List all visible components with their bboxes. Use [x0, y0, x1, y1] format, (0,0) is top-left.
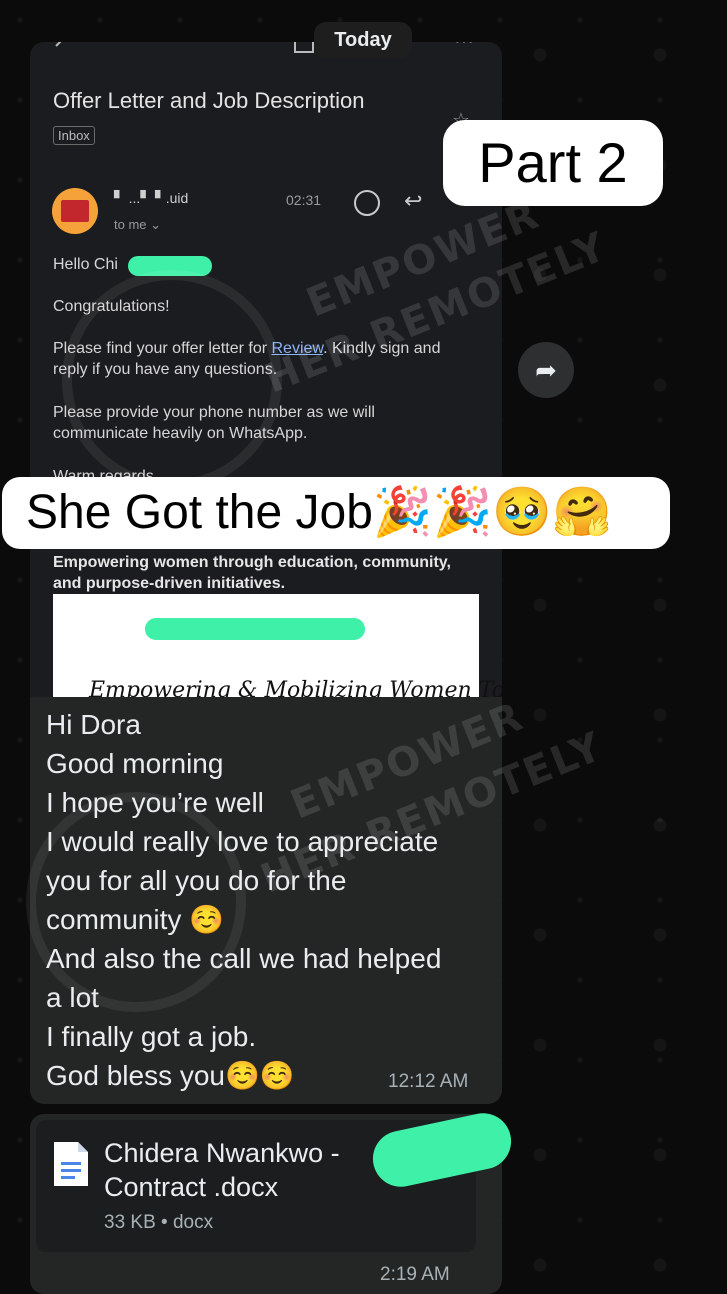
redaction-mark: [145, 618, 365, 640]
emoji-reaction-icon: [354, 190, 380, 216]
back-arrow-icon: [55, 42, 62, 47]
watermark-logo: [62, 270, 282, 490]
message-line: I would really love to appreciate: [46, 826, 439, 857]
forward-icon[interactable]: ➦: [518, 342, 574, 398]
message-line: Hi Dora: [46, 709, 141, 740]
reply-icon: ↩: [404, 188, 423, 213]
message-line: And also the call we had helped: [46, 943, 442, 974]
document-meta: 33 KB • docx: [104, 1212, 214, 1233]
message-line: I hope you’re well: [46, 787, 264, 818]
inbox-label: Inbox: [53, 126, 95, 145]
archive-icon: [294, 42, 314, 53]
message-line: community ☺️: [46, 904, 225, 935]
letterhead-image: Empowering & Mobilizing Women To Be: [53, 594, 502, 697]
document-timestamp: 2:19 AM: [380, 1264, 450, 1285]
message-line: a lot: [46, 982, 99, 1013]
email-subject: Offer Letter and Job Description: [53, 88, 365, 113]
message-line: you for all you do for the: [46, 865, 347, 896]
document-name-line: Chidera Nwankwo -: [104, 1138, 340, 1168]
headline-overlay: She Got the Job🎉🎉🥹🤗: [2, 477, 670, 549]
org-tagline: Empowering women through education, comm…: [53, 554, 451, 592]
email-time: 02:31: [286, 192, 322, 208]
letterhead-tagline: Empowering & Mobilizing Women To Be: [89, 678, 502, 697]
message-line: Good morning: [46, 748, 224, 779]
message-timestamp: 12:12 AM: [388, 1071, 469, 1092]
message-text: Hi Dora Good morning I hope you’re well …: [46, 705, 486, 1095]
document-name: Chidera Nwankwo - Contract .docx: [104, 1136, 340, 1204]
docx-file-icon: [54, 1142, 88, 1186]
part-label-overlay: Part 2: [443, 120, 663, 206]
sender-avatar: [52, 188, 98, 234]
sender-logo: [61, 200, 89, 222]
more-icon: ···: [454, 42, 474, 53]
document-name-line: Contract .docx: [104, 1172, 279, 1202]
sender-name: ▘ ...▘ ▘.uid: [114, 190, 189, 206]
message-line: I finally got a job.: [46, 1021, 257, 1052]
recipient-line: to me ⌄: [114, 217, 162, 232]
date-divider: Today: [314, 22, 412, 58]
